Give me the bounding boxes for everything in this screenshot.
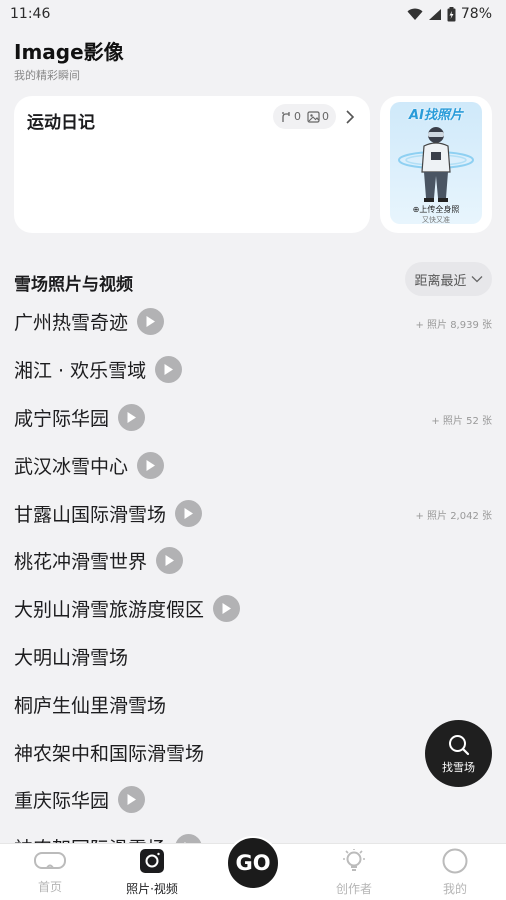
chevron-right-icon[interactable]: [344, 108, 356, 126]
resort-row[interactable]: 湘江 · 欢乐雪域: [14, 346, 492, 394]
go-label: GO: [235, 851, 271, 875]
tab-photos-videos[interactable]: 照片·视频: [112, 848, 192, 897]
tab-profile[interactable]: 我的: [415, 848, 495, 897]
image-icon: [307, 110, 320, 123]
battery-icon: [447, 6, 456, 21]
play-icon: [127, 411, 137, 423]
tab-label: 创作者: [335, 882, 372, 896]
play-icon: [164, 364, 174, 376]
play-icon: [165, 555, 175, 567]
page-title: Image影像: [14, 40, 124, 64]
resort-list: 广州热雪奇迹 + 照片 8,939 张湘江 · 欢乐雪域 咸宁际华园 + 照片 52 …: [14, 298, 492, 872]
resort-row[interactable]: 大别山滑雪旅游度假区: [14, 585, 492, 633]
play-video-button[interactable]: [118, 786, 146, 814]
profile-circle-icon: [442, 848, 468, 874]
resort-row[interactable]: 咸宁际华园 + 照片 52 张: [14, 394, 492, 442]
resort-name: 咸宁际华园: [14, 407, 110, 430]
tab-label: 照片·视频: [126, 882, 178, 896]
resort-row[interactable]: 桃花冲滑雪世界: [14, 537, 492, 585]
play-icon: [184, 507, 194, 519]
play-video-button[interactable]: [118, 403, 146, 431]
resort-row[interactable]: 甘露山国际滑雪场 + 照片 2,042 张: [14, 489, 492, 537]
resort-name: 广州热雪奇迹: [14, 312, 129, 335]
lightbulb-icon: [343, 849, 365, 871]
sort-label: 距离最近: [414, 273, 467, 289]
play-icon: [127, 794, 137, 806]
wifi-icon: [407, 8, 423, 20]
find-resort-label: 找雪场: [442, 760, 475, 774]
chevron-down-icon: [471, 276, 482, 283]
play-icon: [222, 603, 232, 615]
tracks-count: 0: [294, 110, 301, 123]
section-title: 雪场照片与视频: [14, 275, 133, 295]
status-bar: 11:46 78%: [0, 0, 506, 28]
find-resort-button[interactable]: 找雪场: [425, 720, 492, 787]
resort-name: 大别山滑雪旅游度假区: [14, 599, 205, 622]
tab-home[interactable]: 首页: [10, 848, 90, 895]
ai-card-note: 又快又准: [422, 216, 450, 224]
resort-row[interactable]: 神农架中和国际滑雪场: [14, 728, 492, 776]
diary-stats: 0 0: [273, 104, 336, 129]
resort-row[interactable]: 武汉冰雪中心: [14, 441, 492, 489]
tab-creators[interactable]: 创作者: [314, 848, 394, 897]
sort-dropdown[interactable]: 距离最近: [405, 262, 492, 296]
photo-count: + 照片 8,939 张: [415, 320, 492, 331]
tab-label: 我的: [442, 882, 467, 896]
signal-icon: [428, 8, 441, 20]
page-subtitle: 我的精彩瞬间: [14, 69, 80, 82]
route-icon: [282, 111, 290, 122]
tracks-stat: 0: [280, 110, 301, 123]
play-video-button[interactable]: [137, 308, 165, 336]
resort-name: 桃花冲滑雪世界: [14, 551, 148, 574]
resort-row[interactable]: 广州热雪奇迹 + 照片 8,939 张: [14, 298, 492, 346]
header: Image影像 我的精彩瞬间: [14, 36, 124, 83]
photos-count: 0: [322, 110, 329, 123]
resort-name: 武汉冰雪中心: [14, 455, 129, 478]
play-video-button[interactable]: [156, 547, 184, 575]
sports-diary-card[interactable]: 运动日记 0 0: [14, 96, 370, 233]
play-video-button[interactable]: [137, 451, 165, 479]
resort-name: 重庆际华园: [14, 790, 110, 813]
play-icon: [146, 316, 156, 328]
play-video-button[interactable]: [175, 499, 203, 527]
resort-name: 湘江 · 欢乐雪域: [14, 360, 147, 383]
resort-row[interactable]: 重庆际华园: [14, 776, 492, 824]
camera-icon: [140, 849, 164, 873]
resort-name: 神农架中和国际滑雪场: [14, 742, 205, 765]
play-video-button[interactable]: [213, 595, 241, 623]
photo-count: + 照片 2,042 张: [415, 511, 492, 523]
go-button[interactable]: GO: [226, 836, 280, 890]
photo-count: + 照片 52 张: [431, 415, 492, 427]
ai-card-title: AI找照片: [409, 108, 463, 123]
ai-find-photos-card[interactable]: AI找照片 ⊕上传全身照 又快又准: [380, 96, 492, 233]
search-icon: [448, 734, 469, 755]
resort-name: 桐庐生仙里滑雪场: [14, 694, 167, 717]
goggles-icon: [34, 852, 66, 869]
play-icon: [146, 459, 156, 471]
photos-stat: 0: [307, 110, 329, 123]
resort-row[interactable]: 大明山滑雪场: [14, 633, 492, 681]
battery-level: 78%: [460, 6, 492, 22]
resort-name: 大明山滑雪场: [14, 646, 129, 669]
diary-title: 运动日记: [27, 113, 95, 133]
resort-row[interactable]: 桐庐生仙里滑雪场: [14, 680, 492, 728]
upload-full-body-label: ⊕上传全身照: [412, 205, 460, 214]
status-icons: 78%: [407, 6, 492, 22]
tab-label: 首页: [37, 880, 62, 894]
status-time: 11:46: [10, 6, 51, 22]
resort-name: 甘露山国际滑雪场: [14, 503, 167, 526]
play-video-button[interactable]: [155, 356, 183, 384]
ai-card-banner: AI找照片 ⊕上传全身照 又快又准: [390, 102, 482, 224]
